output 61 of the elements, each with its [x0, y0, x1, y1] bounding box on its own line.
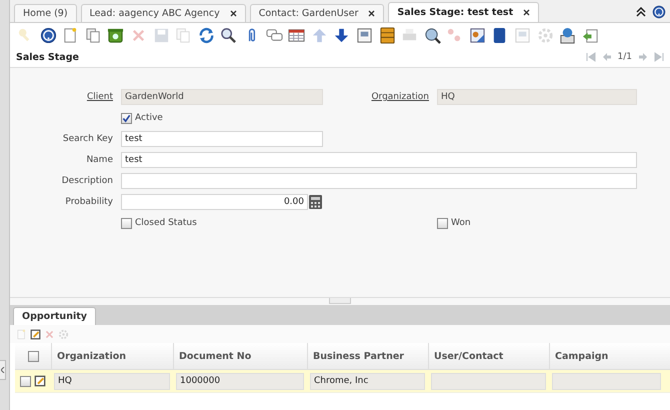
checkbox[interactable] [121, 218, 132, 228]
collapse-handle[interactable] [0, 360, 6, 380]
input-field[interactable] [121, 173, 637, 189]
first-record-icon[interactable] [586, 52, 596, 62]
import-icon[interactable] [582, 26, 599, 44]
document-icon[interactable] [356, 26, 373, 44]
table-icon[interactable] [288, 26, 306, 44]
input-field[interactable]: GardenWorld [121, 89, 323, 105]
checkbox[interactable] [28, 350, 38, 362]
window-tab[interactable]: Lead: aagency ABC Agency [80, 4, 246, 22]
field-label: Search Key [62, 134, 113, 144]
checkbox[interactable] [20, 376, 31, 386]
record-counter: 1/1 [618, 52, 632, 62]
calculator-icon[interactable] [309, 195, 322, 209]
chat-icon[interactable] [266, 26, 283, 44]
number-field[interactable]: 0.00 [121, 194, 308, 210]
input-field[interactable]: HQ [437, 89, 637, 105]
table-cell: Chrome, Inc [310, 372, 425, 390]
window-tab[interactable]: Sales Stage: test test [388, 2, 540, 22]
field-link[interactable]: Client [10, 92, 113, 102]
window-tab[interactable]: Contact: GardenUser [250, 4, 384, 22]
search-icon[interactable] [220, 26, 238, 44]
cabinet-icon[interactable] [378, 26, 396, 44]
next-record-icon[interactable] [638, 52, 648, 62]
close-icon[interactable] [368, 10, 376, 17]
refresh-icon[interactable] [198, 26, 215, 44]
help-icon[interactable] [652, 5, 666, 19]
column-header[interactable]: User/Contact [428, 343, 549, 369]
down-arrow-icon[interactable] [333, 26, 350, 44]
help-icon[interactable] [40, 26, 57, 44]
column-header[interactable]: Business Partner [307, 343, 428, 369]
checkbox[interactable] [437, 218, 448, 228]
checkbox-label: Won [451, 218, 471, 228]
table-cell: HQ [54, 372, 170, 390]
edit-icon[interactable] [30, 328, 41, 340]
field-link[interactable]: Organization [331, 92, 429, 102]
field-label: Probability [64, 197, 113, 207]
zoom-icon[interactable] [424, 26, 441, 44]
window-title: Sales Stage [16, 52, 79, 62]
input-field[interactable]: test [121, 152, 637, 168]
collapse-icon[interactable] [636, 7, 646, 17]
input-field[interactable]: test [121, 131, 323, 147]
close-icon[interactable] [523, 9, 530, 16]
splitter-handle[interactable] [329, 298, 351, 304]
field-label: Name [85, 155, 113, 165]
column-header[interactable]: Document No [173, 343, 307, 369]
edit-icon[interactable] [34, 375, 46, 387]
column-header[interactable]: Campaign [549, 343, 664, 369]
bin-icon[interactable] [107, 26, 124, 44]
window-tab[interactable]: Home (9) [14, 4, 77, 22]
checkbox-label: Active [135, 113, 163, 123]
copy-icon[interactable] [84, 26, 102, 44]
checkbox[interactable] [121, 112, 132, 124]
previous-record-icon[interactable] [602, 52, 612, 62]
column-header[interactable]: Organization [51, 343, 173, 369]
checkbox-label: Closed Status [135, 218, 197, 228]
last-record-icon[interactable] [654, 52, 664, 62]
table-cell: 1000000 [176, 372, 304, 390]
close-icon[interactable] [230, 10, 237, 17]
detail-tab[interactable]: Opportunity [13, 307, 96, 325]
field-label: Description [60, 176, 113, 186]
